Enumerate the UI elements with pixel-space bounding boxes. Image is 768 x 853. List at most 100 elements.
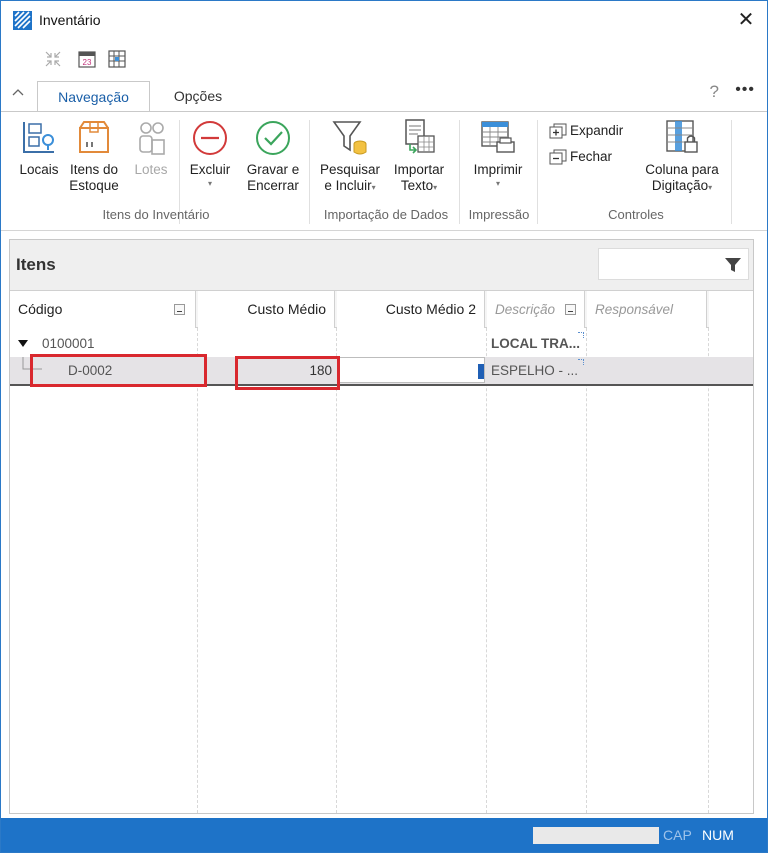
collapse-arrows-icon[interactable] [43, 49, 63, 69]
filter-database-icon [332, 121, 367, 155]
column-header-empty [709, 291, 753, 328]
locais-label: Locais [19, 162, 59, 177]
group-label-itens: Itens do Inventário [102, 207, 210, 222]
gravar-encerrar-button[interactable]: Gravar e Encerrar [242, 118, 304, 194]
cell-descricao: ESPELHO - ... [491, 363, 579, 378]
grid-view-icon[interactable] [107, 49, 127, 69]
column-header-responsavel[interactable]: Responsável [587, 291, 707, 328]
pesquisar-label-1: Pesquisar [319, 162, 381, 177]
pesquisar-dropdown-icon: ▾ [371, 183, 376, 192]
locais-icon [23, 122, 54, 153]
note-marker-icon [578, 332, 584, 338]
group-label-controles: Controles [608, 207, 664, 222]
excluir-dropdown-icon: ▾ [207, 179, 212, 188]
excluir-label: Excluir [189, 162, 231, 177]
importar-texto-button[interactable]: Importar Texto▾ [387, 118, 451, 196]
grid-header: Código Custo Médio Custo Médio 2 Descriç… [10, 290, 753, 328]
importar-dropdown-icon: ▾ [433, 183, 438, 192]
custo-medio-2-input[interactable] [337, 357, 485, 383]
column-guide [336, 328, 337, 813]
inventario-window: Inventário ✕ 23 Navegação Opções ? ••• L… [0, 0, 768, 853]
status-field [533, 827, 659, 844]
excluir-button[interactable]: Excluir ▾ [185, 118, 235, 188]
ribbon-tabs: Navegação Opções ? ••• [1, 79, 767, 112]
close-button[interactable]: ✕ [733, 7, 759, 33]
column-guide [586, 328, 587, 813]
status-bar: CAP NUM [1, 818, 767, 852]
lotes-icon [139, 122, 165, 155]
column-header-custo-medio-2[interactable]: Custo Médio 2 [337, 291, 485, 328]
itens-panel: Itens Código Custo Médio Custo Médio 2 D… [9, 239, 754, 814]
app-logo-icon [13, 11, 32, 30]
calendar-icon[interactable]: 23 [77, 49, 97, 69]
highlight-box-codigo [30, 354, 207, 387]
ribbon-divider [537, 120, 538, 224]
column-collapse-icon[interactable] [174, 304, 185, 315]
column-collapse-icon[interactable] [565, 304, 576, 315]
lotes-label: Lotes [134, 162, 168, 177]
num-lock-indicator: NUM [702, 827, 734, 843]
minus-circle-icon [193, 121, 227, 155]
pesquisar-label-2: e Incluir [324, 178, 372, 193]
check-circle-icon [256, 121, 290, 155]
ribbon-divider [309, 120, 310, 224]
coluna-dropdown-icon: ▾ [708, 183, 713, 192]
group-label-importacao: Importação de Dados [323, 207, 449, 222]
text-cursor [478, 364, 484, 379]
svg-text:23: 23 [83, 58, 92, 67]
print-table-icon [481, 121, 515, 153]
highlight-box-custo [235, 356, 340, 390]
help-button[interactable]: ? [710, 82, 719, 102]
importar-label-2: Texto [400, 178, 434, 193]
column-header-codigo-label: Código [18, 301, 63, 317]
itens-estoque-label-2: Estoque [69, 178, 119, 193]
collapse-ribbon-icon[interactable] [11, 86, 25, 100]
locais-button[interactable]: Locais [15, 118, 63, 178]
coluna-label-1: Coluna para [645, 162, 719, 177]
title-bar: Inventário ✕ [1, 1, 767, 39]
caps-lock-indicator: CAP [663, 827, 692, 843]
coluna-label-2: Digitação [651, 178, 709, 193]
column-guide [486, 328, 487, 813]
column-header-codigo[interactable]: Código [10, 291, 196, 328]
more-options-button[interactable]: ••• [735, 81, 755, 99]
panel-header: Itens [10, 240, 753, 290]
gravar-label-1: Gravar e [246, 162, 300, 177]
filter-icon[interactable] [724, 256, 742, 274]
column-lock-icon [666, 120, 698, 153]
window-title: Inventário [39, 12, 101, 28]
column-guide [197, 328, 198, 813]
column-header-descricao[interactable]: Descrição [487, 291, 585, 328]
tab-opcoes[interactable]: Opções [161, 81, 235, 112]
expand-icon [549, 123, 567, 139]
group-label-impressao: Impressão [468, 207, 530, 222]
collapse-icon [549, 149, 567, 165]
imprimir-button[interactable]: Imprimir ▾ [466, 118, 530, 188]
expandir-button[interactable]: Expandir [549, 122, 639, 140]
fechar-label: Fechar [570, 149, 613, 164]
box-icon [79, 121, 109, 153]
coluna-digitacao-button[interactable]: Coluna para Digitação▾ [639, 118, 725, 196]
filter-input[interactable] [598, 248, 749, 280]
imprimir-dropdown-icon: ▾ [495, 179, 500, 188]
pesquisar-incluir-button[interactable]: Pesquisar e Incluir▾ [317, 118, 383, 196]
column-header-custo-medio[interactable]: Custo Médio [198, 291, 335, 328]
ribbon-panel: Locais Itens do Estoque Lotes Excluir ▾ … [1, 111, 767, 231]
lotes-button[interactable]: Lotes [127, 118, 175, 178]
expandir-label: Expandir [570, 123, 624, 138]
itens-estoque-label-1: Itens do [69, 162, 119, 177]
expand-caret-icon[interactable] [18, 340, 28, 348]
gravar-label-2: Encerrar [247, 178, 299, 193]
fechar-button[interactable]: Fechar [549, 148, 639, 166]
imprimir-label: Imprimir [473, 162, 523, 177]
table-row[interactable]: 0100001 LOCAL TRA... [10, 330, 753, 357]
column-header-descricao-label: Descrição [495, 302, 556, 317]
import-text-icon [405, 119, 435, 154]
ribbon-divider [731, 120, 732, 224]
panel-title: Itens [16, 255, 56, 274]
column-guide [708, 328, 709, 813]
cell-codigo: 0100001 [42, 336, 95, 351]
tab-navegacao[interactable]: Navegação [37, 81, 150, 112]
itens-estoque-button[interactable]: Itens do Estoque [65, 118, 123, 194]
note-marker-icon [578, 359, 584, 365]
